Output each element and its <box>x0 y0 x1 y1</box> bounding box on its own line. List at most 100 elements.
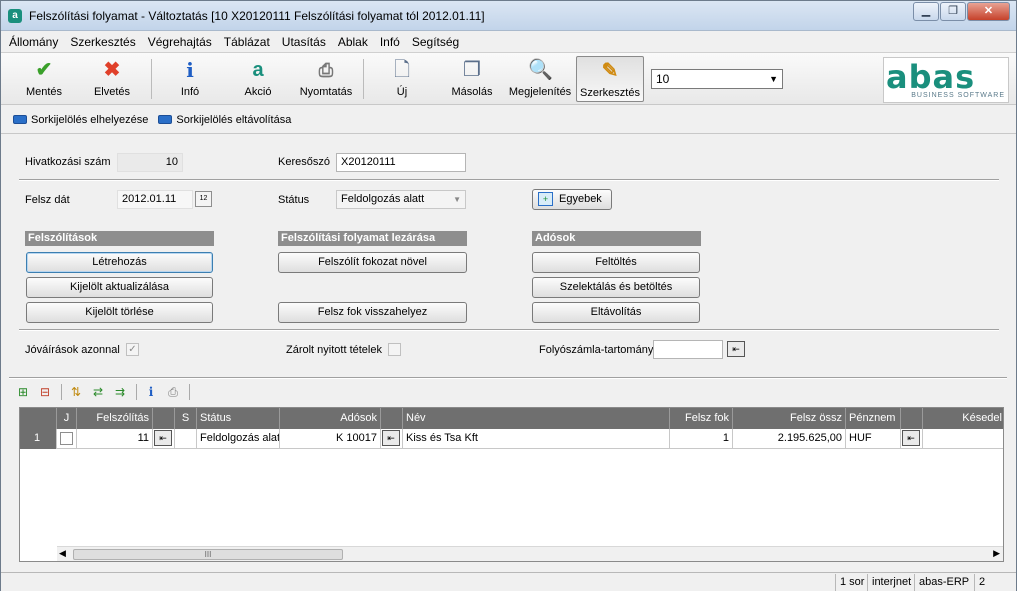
minimize-button[interactable]: ▁ <box>913 2 939 21</box>
horizontal-scrollbar[interactable]: ◀ III ▶ <box>57 546 1003 561</box>
row-select-cell <box>57 429 77 449</box>
column-header[interactable]: Késedel <box>923 408 1003 429</box>
level-cell[interactable]: 1 <box>670 429 733 449</box>
add-window-icon: + <box>538 192 553 206</box>
bookmark-icon <box>158 115 173 124</box>
select-and-load-button[interactable]: Szelektálás és betöltés <box>532 277 700 298</box>
abas-logo: abas BUSINESS SOFTWARE <box>883 57 1009 103</box>
delay-cell[interactable] <box>923 429 1003 449</box>
total-cell[interactable]: 2.195.625,00 <box>733 429 846 449</box>
info-button[interactable]: i Infó <box>161 56 219 102</box>
place-row-mark-button[interactable]: Sorkijelölés elhelyezése <box>13 114 148 126</box>
close-button[interactable]: ✕ <box>967 2 1010 21</box>
column-header[interactable]: Adósok <box>280 408 381 429</box>
chevron-down-icon: ▼ <box>769 74 778 84</box>
status-select[interactable]: Feldolgozás alatt ▼ <box>336 190 466 209</box>
lookup-icon[interactable]: ⇤ <box>727 341 745 357</box>
action-button[interactable]: a Akció <box>229 56 287 102</box>
credits-checkbox[interactable]: ✓ <box>126 343 139 356</box>
magnifier-icon: 🔍 <box>528 59 553 81</box>
info-icon: i <box>186 58 194 82</box>
reminders-section-header: Felszólítások <box>25 231 214 246</box>
maximize-button[interactable]: ❐ <box>940 2 966 21</box>
info-icon[interactable]: i <box>143 384 159 400</box>
edit-button[interactable]: ✎ Szerkesztés <box>576 56 644 102</box>
session-number: 2 <box>974 574 989 591</box>
column-header[interactable]: S <box>175 408 197 429</box>
bookmark-icon <box>13 115 27 124</box>
status-label: Státus <box>278 194 310 206</box>
lookup-icon[interactable]: ⇤ <box>902 430 920 446</box>
add-row-icon[interactable]: ⊞ <box>15 384 31 400</box>
scroll-right-icon[interactable]: ▶ <box>993 548 1000 559</box>
save-button[interactable]: ✔ Mentés <box>15 56 73 102</box>
column-header[interactable]: Név <box>403 408 670 429</box>
status-cell[interactable]: Feldolgozás alatt <box>197 429 280 449</box>
column-header[interactable]: Felsz fok <box>670 408 733 429</box>
locked-items-checkbox[interactable] <box>388 343 401 356</box>
lookup-icon[interactable]: ⇤ <box>382 430 400 446</box>
column-header[interactable]: Felsz össz <box>733 408 846 429</box>
scrollbar-thumb[interactable]: III <box>73 549 343 560</box>
create-button[interactable]: Létrehozás <box>26 252 213 273</box>
print-button[interactable]: ⎙ Nyomtatás <box>297 56 355 102</box>
menu-info[interactable]: Infó <box>380 35 400 49</box>
fill-button[interactable]: Feltöltés <box>532 252 700 273</box>
update-selected-button[interactable]: Kijelölt aktualizálása <box>26 277 213 298</box>
account-range-field[interactable] <box>653 340 723 359</box>
date-field[interactable]: 2012.01.11 <box>117 190 193 209</box>
scroll-left-icon[interactable]: ◀ <box>59 548 66 559</box>
copy-button[interactable]: ❐ Másolás <box>443 56 501 102</box>
toolbar-combo[interactable]: 10 ▼ <box>651 69 783 89</box>
reminder-cell[interactable]: 11 <box>77 429 153 449</box>
lookup-icon[interactable]: ⇤ <box>154 430 172 446</box>
divider <box>19 329 999 331</box>
printer-icon[interactable]: ⎙ <box>165 384 181 400</box>
locked-items-label: Zárolt nyitott tételek <box>286 344 382 356</box>
lookup-cell: ⇤ <box>153 429 175 449</box>
remove-row-mark-button[interactable]: Sorkijelölés eltávolítása <box>158 114 291 126</box>
column-header[interactable]: Pénznem <box>846 408 901 429</box>
column-header[interactable]: Státus <box>197 408 280 429</box>
copy-row-icon[interactable]: ⇉ <box>112 384 128 400</box>
delete-row-icon[interactable]: ⊟ <box>37 384 53 400</box>
delete-selected-button[interactable]: Kijelölt törlése <box>26 302 213 323</box>
new-button[interactable]: 🗋 Új <box>373 56 431 102</box>
menu-bar: Állomány Szerkesztés Végrehajtás Tábláza… <box>1 32 1016 52</box>
menu-command[interactable]: Utasítás <box>282 35 326 49</box>
column-header[interactable]: J <box>57 408 77 429</box>
column-header[interactable]: Felszólítás <box>77 408 153 429</box>
menu-window[interactable]: Ablak <box>338 35 368 49</box>
lookup-cell: ⇤ <box>381 429 403 449</box>
debtor-cell[interactable]: K 10017 <box>280 429 381 449</box>
row-select-checkbox[interactable] <box>60 432 73 445</box>
discard-button[interactable]: ✖ Elvetés <box>83 56 141 102</box>
move-row-icon[interactable]: ⇅ <box>68 384 84 400</box>
table-row[interactable]: 1 11 ⇤ Feldolgozás alatt K 10017 ⇤ Kiss … <box>20 429 1003 449</box>
menu-execute[interactable]: Végrehajtás <box>148 35 212 49</box>
ref-number-label: Hivatkozási szám <box>25 156 111 168</box>
calendar-icon[interactable]: 12 <box>195 191 212 207</box>
view-button[interactable]: 🔍 Megjelenítés <box>507 56 573 102</box>
menu-table[interactable]: Táblázat <box>224 35 270 49</box>
reset-level-button[interactable]: Felsz fok visszahelyez <box>278 302 467 323</box>
divider <box>19 179 999 181</box>
keyword-field[interactable]: X20120111 <box>336 153 466 172</box>
window-title: Felszólítási folyamat - Változtatás [10 … <box>29 9 485 23</box>
account-range-label: Folyószámla-tartomány <box>539 344 654 356</box>
menu-file[interactable]: Állomány <box>9 35 58 49</box>
menu-help[interactable]: Segítség <box>412 35 459 49</box>
raise-level-button[interactable]: Felszólít fokozat növel <box>278 252 467 273</box>
remove-button[interactable]: Eltávolítás <box>532 302 700 323</box>
s-cell[interactable] <box>175 429 197 449</box>
currency-cell[interactable]: HUF <box>846 429 901 449</box>
column-header <box>153 408 175 429</box>
system-indicator: abas-ERP <box>914 574 973 591</box>
name-cell[interactable]: Kiss és Tsa Kft <box>403 429 670 449</box>
grid-header: J Felszólítás S Státus Adósok Név Felsz … <box>20 408 1003 429</box>
menu-edit[interactable]: Szerkesztés <box>70 35 135 49</box>
other-button[interactable]: + Egyebek <box>532 189 612 210</box>
swap-rows-icon[interactable]: ⇄ <box>90 384 106 400</box>
abas-action-icon: a <box>252 59 264 81</box>
mode-indicator: interjnet <box>867 574 915 591</box>
